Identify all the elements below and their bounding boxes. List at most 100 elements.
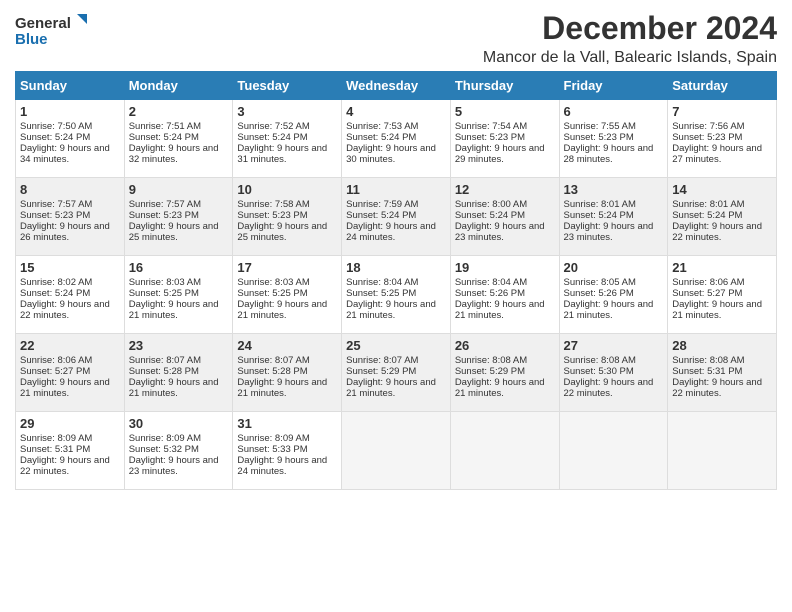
table-row: 1 Sunrise: 7:50 AM Sunset: 5:24 PM Dayli…: [16, 100, 777, 178]
daylight-text: Daylight: 9 hours and 21 minutes.: [129, 299, 219, 321]
daylight-text: Daylight: 9 hours and 26 minutes.: [20, 221, 110, 243]
day-number: 28: [672, 338, 772, 353]
sunset-text: Sunset: 5:29 PM: [346, 366, 416, 377]
day-number: 20: [564, 260, 664, 275]
sunrise-text: Sunrise: 8:04 AM: [346, 277, 418, 288]
calendar-cell: 9 Sunrise: 7:57 AM Sunset: 5:23 PM Dayli…: [124, 178, 233, 256]
sunrise-text: Sunrise: 8:07 AM: [346, 355, 418, 366]
sunset-text: Sunset: 5:25 PM: [237, 288, 307, 299]
calendar-cell: 29 Sunrise: 8:09 AM Sunset: 5:31 PM Dayl…: [16, 412, 125, 490]
day-number: 18: [346, 260, 446, 275]
day-number: 9: [129, 182, 229, 197]
daylight-text: Daylight: 9 hours and 23 minutes.: [129, 455, 219, 477]
day-number: 22: [20, 338, 120, 353]
calendar-cell: 3 Sunrise: 7:52 AM Sunset: 5:24 PM Dayli…: [233, 100, 342, 178]
day-number: 6: [564, 104, 664, 119]
day-number: 12: [455, 182, 555, 197]
calendar-cell: 5 Sunrise: 7:54 AM Sunset: 5:23 PM Dayli…: [450, 100, 559, 178]
sunrise-text: Sunrise: 8:09 AM: [237, 433, 309, 444]
sunset-text: Sunset: 5:24 PM: [20, 132, 90, 143]
sunrise-text: Sunrise: 8:08 AM: [672, 355, 744, 366]
daylight-text: Daylight: 9 hours and 30 minutes.: [346, 143, 436, 165]
daylight-text: Daylight: 9 hours and 21 minutes.: [129, 377, 219, 399]
daylight-text: Daylight: 9 hours and 21 minutes.: [346, 377, 436, 399]
calendar-cell: 25 Sunrise: 8:07 AM Sunset: 5:29 PM Dayl…: [342, 334, 451, 412]
calendar-cell: 24 Sunrise: 8:07 AM Sunset: 5:28 PM Dayl…: [233, 334, 342, 412]
calendar-cell: 13 Sunrise: 8:01 AM Sunset: 5:24 PM Dayl…: [559, 178, 668, 256]
calendar-cell: 19 Sunrise: 8:04 AM Sunset: 5:26 PM Dayl…: [450, 256, 559, 334]
daylight-text: Daylight: 9 hours and 21 minutes.: [237, 299, 327, 321]
sunset-text: Sunset: 5:24 PM: [564, 210, 634, 221]
calendar-cell: 12 Sunrise: 8:00 AM Sunset: 5:24 PM Dayl…: [450, 178, 559, 256]
table-row: 22 Sunrise: 8:06 AM Sunset: 5:27 PM Dayl…: [16, 334, 777, 412]
sunrise-text: Sunrise: 8:09 AM: [20, 433, 92, 444]
sunrise-text: Sunrise: 7:54 AM: [455, 121, 527, 132]
sunset-text: Sunset: 5:24 PM: [346, 132, 416, 143]
daylight-text: Daylight: 9 hours and 22 minutes.: [564, 377, 654, 399]
sunset-text: Sunset: 5:24 PM: [672, 210, 742, 221]
daylight-text: Daylight: 9 hours and 21 minutes.: [672, 299, 762, 321]
sunrise-text: Sunrise: 8:05 AM: [564, 277, 636, 288]
sunrise-text: Sunrise: 8:02 AM: [20, 277, 92, 288]
daylight-text: Daylight: 9 hours and 28 minutes.: [564, 143, 654, 165]
calendar-cell: 21 Sunrise: 8:06 AM Sunset: 5:27 PM Dayl…: [668, 256, 777, 334]
sunset-text: Sunset: 5:31 PM: [20, 444, 90, 455]
calendar-cell: 2 Sunrise: 7:51 AM Sunset: 5:24 PM Dayli…: [124, 100, 233, 178]
header-wednesday: Wednesday: [342, 72, 451, 100]
sunset-text: Sunset: 5:26 PM: [455, 288, 525, 299]
daylight-text: Daylight: 9 hours and 21 minutes.: [346, 299, 436, 321]
sunset-text: Sunset: 5:23 PM: [672, 132, 742, 143]
sunset-text: Sunset: 5:27 PM: [20, 366, 90, 377]
sunset-text: Sunset: 5:24 PM: [455, 210, 525, 221]
sunset-text: Sunset: 5:31 PM: [672, 366, 742, 377]
calendar-cell: 16 Sunrise: 8:03 AM Sunset: 5:25 PM Dayl…: [124, 256, 233, 334]
header-friday: Friday: [559, 72, 668, 100]
sunset-text: Sunset: 5:24 PM: [346, 210, 416, 221]
sunrise-text: Sunrise: 8:01 AM: [564, 199, 636, 210]
sunrise-text: Sunrise: 8:01 AM: [672, 199, 744, 210]
day-number: 10: [237, 182, 337, 197]
day-number: 5: [455, 104, 555, 119]
svg-text:General: General: [15, 15, 71, 32]
sunrise-text: Sunrise: 7:51 AM: [129, 121, 201, 132]
calendar-cell: 22 Sunrise: 8:06 AM Sunset: 5:27 PM Dayl…: [16, 334, 125, 412]
calendar-cell: 26 Sunrise: 8:08 AM Sunset: 5:29 PM Dayl…: [450, 334, 559, 412]
sunrise-text: Sunrise: 8:00 AM: [455, 199, 527, 210]
daylight-text: Daylight: 9 hours and 25 minutes.: [129, 221, 219, 243]
sunset-text: Sunset: 5:24 PM: [20, 288, 90, 299]
header-monday: Monday: [124, 72, 233, 100]
table-row: 8 Sunrise: 7:57 AM Sunset: 5:23 PM Dayli…: [16, 178, 777, 256]
daylight-text: Daylight: 9 hours and 24 minutes.: [237, 455, 327, 477]
day-number: 7: [672, 104, 772, 119]
sunset-text: Sunset: 5:28 PM: [237, 366, 307, 377]
daylight-text: Daylight: 9 hours and 21 minutes.: [455, 377, 545, 399]
header: General Blue December 2024 Mancor de la …: [15, 10, 777, 67]
calendar-cell: 27 Sunrise: 8:08 AM Sunset: 5:30 PM Dayl…: [559, 334, 668, 412]
sunset-text: Sunset: 5:23 PM: [237, 210, 307, 221]
sunrise-text: Sunrise: 8:06 AM: [20, 355, 92, 366]
daylight-text: Daylight: 9 hours and 22 minutes.: [672, 377, 762, 399]
calendar-title: December 2024: [483, 10, 777, 47]
daylight-text: Daylight: 9 hours and 25 minutes.: [237, 221, 327, 243]
day-number: 19: [455, 260, 555, 275]
header-tuesday: Tuesday: [233, 72, 342, 100]
sunrise-text: Sunrise: 8:06 AM: [672, 277, 744, 288]
sunset-text: Sunset: 5:24 PM: [129, 132, 199, 143]
calendar-cell: 14 Sunrise: 8:01 AM Sunset: 5:24 PM Dayl…: [668, 178, 777, 256]
logo: General Blue: [15, 10, 95, 57]
sunset-text: Sunset: 5:23 PM: [129, 210, 199, 221]
daylight-text: Daylight: 9 hours and 24 minutes.: [346, 221, 436, 243]
day-number: 26: [455, 338, 555, 353]
calendar-cell: 30 Sunrise: 8:09 AM Sunset: 5:32 PM Dayl…: [124, 412, 233, 490]
sunset-text: Sunset: 5:29 PM: [455, 366, 525, 377]
sunset-text: Sunset: 5:23 PM: [20, 210, 90, 221]
sunrise-text: Sunrise: 8:08 AM: [455, 355, 527, 366]
calendar-cell: 7 Sunrise: 7:56 AM Sunset: 5:23 PM Dayli…: [668, 100, 777, 178]
day-number: 17: [237, 260, 337, 275]
calendar-cell: [450, 412, 559, 490]
svg-text:Blue: Blue: [15, 31, 48, 48]
calendar-cell: 15 Sunrise: 8:02 AM Sunset: 5:24 PM Dayl…: [16, 256, 125, 334]
page-container: General Blue December 2024 Mancor de la …: [0, 0, 792, 500]
daylight-text: Daylight: 9 hours and 29 minutes.: [455, 143, 545, 165]
calendar-cell: 31 Sunrise: 8:09 AM Sunset: 5:33 PM Dayl…: [233, 412, 342, 490]
